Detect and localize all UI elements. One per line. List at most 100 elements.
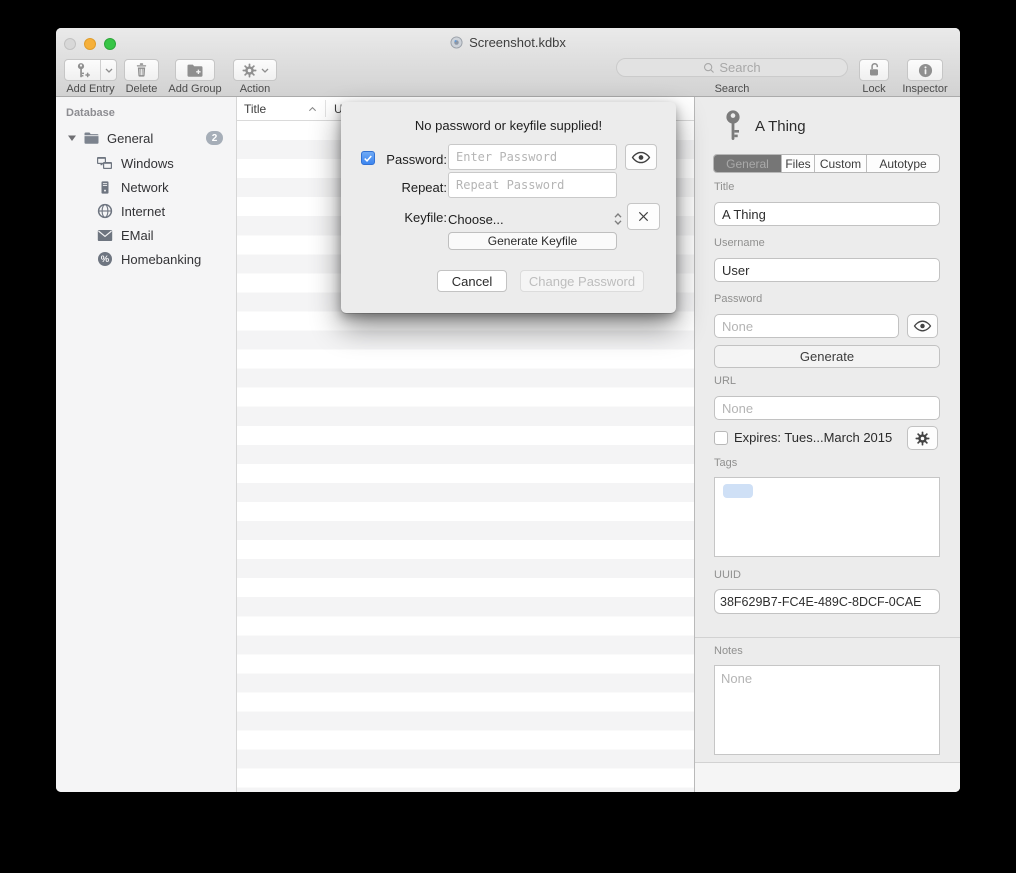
x-icon bbox=[637, 210, 650, 223]
column-divider[interactable] bbox=[325, 100, 326, 117]
cancel-button[interactable]: Cancel bbox=[437, 270, 507, 292]
search-label: Search bbox=[616, 83, 848, 95]
generate-password-button[interactable]: Generate bbox=[714, 345, 940, 368]
delete-label: Delete bbox=[114, 83, 169, 95]
info-icon bbox=[918, 63, 933, 78]
dialog-reveal-password-button[interactable] bbox=[625, 144, 657, 170]
notes-field[interactable] bbox=[714, 665, 940, 755]
keyfile-popup[interactable]: Choose... bbox=[448, 210, 628, 228]
password-field-label: Password bbox=[714, 293, 762, 305]
svg-text:%: % bbox=[100, 254, 109, 265]
window-chrome: Screenshot.kdbx Add Entry Delete Add Gro… bbox=[56, 28, 960, 97]
disclosure-triangle-icon[interactable] bbox=[67, 134, 77, 142]
tag-pill[interactable] bbox=[723, 484, 753, 498]
url-field-label: URL bbox=[714, 375, 736, 387]
reveal-password-button[interactable] bbox=[907, 314, 938, 338]
action-dropdown-arrow bbox=[261, 68, 269, 73]
change-password-button[interactable]: Change Password bbox=[520, 270, 644, 292]
dialog-repeat-label: Repeat: bbox=[377, 180, 447, 195]
title-field-label: Title bbox=[714, 181, 734, 193]
action-label: Action bbox=[228, 83, 282, 95]
inspector-tabs: General Files Custom Autotype bbox=[713, 154, 940, 173]
dialog-password-label: Password: bbox=[377, 152, 447, 167]
folder-icon bbox=[83, 131, 100, 145]
updown-chevrons-icon bbox=[613, 211, 623, 227]
expires-checkbox[interactable] bbox=[714, 431, 728, 445]
eye-icon bbox=[631, 151, 651, 164]
add-group-button[interactable] bbox=[175, 59, 215, 81]
sidebar-section-header: Database bbox=[66, 107, 115, 119]
entry-title: A Thing bbox=[755, 118, 806, 135]
add-entry-button[interactable] bbox=[64, 59, 117, 81]
tab-general[interactable]: General bbox=[714, 155, 782, 172]
lock-open-icon bbox=[866, 62, 882, 78]
expires-settings-button[interactable] bbox=[907, 426, 938, 450]
sidebar-item-network[interactable]: Network bbox=[56, 175, 236, 199]
sidebar-item-label: Network bbox=[121, 180, 169, 195]
title-field[interactable] bbox=[714, 202, 940, 226]
gear-icon bbox=[242, 63, 257, 78]
inspector-label: Inspector bbox=[892, 83, 958, 95]
notes-label: Notes bbox=[714, 645, 743, 657]
generate-keyfile-button[interactable]: Generate Keyfile bbox=[448, 232, 617, 250]
password-field[interactable] bbox=[714, 314, 899, 338]
checkmark-icon bbox=[363, 154, 373, 163]
sidebar-item-label: Homebanking bbox=[121, 252, 201, 267]
action-button[interactable] bbox=[233, 59, 277, 81]
trash-icon bbox=[134, 62, 149, 78]
key-icon bbox=[724, 110, 742, 142]
delete-button[interactable] bbox=[124, 59, 159, 81]
dialog-repeat-input[interactable] bbox=[448, 172, 617, 198]
add-entry-label: Add Entry bbox=[64, 83, 117, 95]
search-input[interactable]: Search bbox=[616, 58, 848, 77]
search-icon bbox=[703, 62, 715, 74]
homebanking-icon: % bbox=[96, 251, 113, 267]
uuid-label: UUID bbox=[714, 569, 741, 581]
email-icon bbox=[96, 229, 113, 242]
gear-icon bbox=[915, 431, 930, 446]
sidebar-item-internet[interactable]: Internet bbox=[56, 199, 236, 223]
keyfile-popup-value: Choose... bbox=[448, 212, 504, 227]
sidebar-item-general[interactable]: General 2 bbox=[56, 126, 236, 150]
key-plus-icon[interactable] bbox=[65, 60, 100, 80]
add-entry-dropdown-arrow[interactable] bbox=[100, 60, 116, 80]
desktop: { "window": { "title": "Screenshot.kdbx"… bbox=[0, 0, 1016, 873]
uuid-field[interactable] bbox=[714, 589, 940, 614]
tags-box[interactable] bbox=[714, 477, 940, 557]
dialog-password-input[interactable] bbox=[448, 144, 617, 170]
inspector-button[interactable] bbox=[907, 59, 943, 81]
column-header-title[interactable]: Title bbox=[244, 102, 266, 116]
sidebar-item-label: Windows bbox=[121, 156, 174, 171]
dialog-message: No password or keyfile supplied! bbox=[341, 118, 676, 133]
sidebar-item-label: Internet bbox=[121, 204, 165, 219]
change-password-dialog: No password or keyfile supplied! Passwor… bbox=[341, 102, 676, 313]
folder-plus-icon bbox=[186, 63, 204, 78]
tab-custom[interactable]: Custom bbox=[815, 155, 867, 172]
internet-icon bbox=[96, 203, 113, 219]
inspector-footer bbox=[695, 763, 960, 792]
windows-icon bbox=[96, 156, 113, 171]
network-icon bbox=[96, 180, 113, 195]
url-field[interactable] bbox=[714, 396, 940, 420]
tab-files[interactable]: Files bbox=[782, 155, 815, 172]
window-title: Screenshot.kdbx bbox=[469, 35, 566, 50]
password-checkbox[interactable] bbox=[361, 151, 375, 165]
username-field[interactable] bbox=[714, 258, 940, 282]
sidebar-item-label: General bbox=[107, 131, 153, 146]
sidebar-item-windows[interactable]: Windows bbox=[56, 151, 236, 175]
sidebar-item-email[interactable]: EMail bbox=[56, 223, 236, 247]
document-proxy-icon bbox=[450, 36, 463, 49]
tags-label: Tags bbox=[714, 457, 737, 469]
inspector-panel: A Thing General Files Custom Autotype Ti… bbox=[695, 97, 960, 792]
entry-count-badge: 2 bbox=[206, 131, 223, 145]
lock-button[interactable] bbox=[859, 59, 889, 81]
clear-keyfile-button[interactable] bbox=[627, 203, 660, 230]
dialog-keyfile-label: Keyfile: bbox=[377, 210, 447, 225]
eye-icon bbox=[913, 320, 932, 332]
sidebar: Database General 2 Windows bbox=[56, 97, 237, 792]
add-group-label: Add Group bbox=[164, 83, 226, 95]
expires-label: Expires: Tues...March 2015 bbox=[734, 430, 892, 445]
tab-autotype[interactable]: Autotype bbox=[867, 155, 939, 172]
sidebar-item-homebanking[interactable]: % Homebanking bbox=[56, 247, 236, 271]
titlebar: Screenshot.kdbx bbox=[56, 28, 960, 56]
